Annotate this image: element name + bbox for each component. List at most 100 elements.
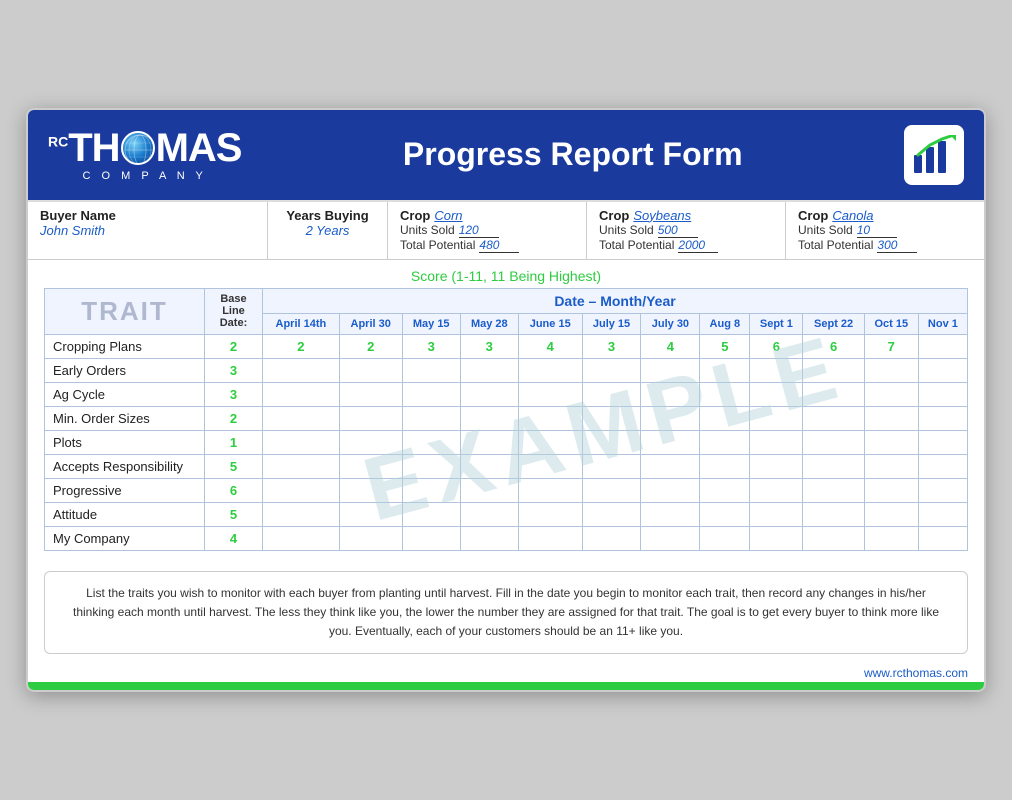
- score-cell: [460, 430, 518, 454]
- score-cell: [402, 430, 460, 454]
- score-cell: [263, 526, 340, 550]
- total-potential-value-canola: 300: [877, 238, 917, 253]
- score-cell: [803, 526, 864, 550]
- date-column-header: July 15: [582, 313, 641, 334]
- score-cell: 3: [402, 334, 460, 358]
- table-container: EXAMPLE TRAIT Base Line Date: Date – Mon…: [28, 288, 984, 561]
- date-column-header: April 30: [339, 313, 402, 334]
- crop-canola-name: Canola: [832, 208, 873, 223]
- crop-corn-label: Crop: [400, 208, 430, 223]
- score-cell: [641, 358, 700, 382]
- score-cell: [518, 502, 582, 526]
- score-cell: [641, 430, 700, 454]
- score-cell: [803, 502, 864, 526]
- score-cell: [339, 382, 402, 406]
- score-cell: [339, 502, 402, 526]
- date-column-header: June 15: [518, 313, 582, 334]
- units-sold-label-soybeans: Units Sold: [599, 223, 654, 237]
- table-row: Progressive6: [45, 478, 968, 502]
- years-buying-section: Years Buying 2 Years: [268, 202, 388, 259]
- score-cell: [864, 358, 918, 382]
- score-cell: [803, 430, 864, 454]
- score-cell: [918, 430, 967, 454]
- years-buying-label: Years Buying: [280, 208, 375, 223]
- date-column-header: July 30: [641, 313, 700, 334]
- trait-name-cell: My Company: [45, 526, 205, 550]
- score-cell: [803, 406, 864, 430]
- date-column-header: May 28: [460, 313, 518, 334]
- table-row: Ag Cycle3: [45, 382, 968, 406]
- score-cell: [263, 406, 340, 430]
- score-cell: [460, 382, 518, 406]
- total-potential-label-soybeans: Total Potential: [599, 238, 674, 252]
- score-cell: [402, 454, 460, 478]
- trait-name-cell: Ag Cycle: [45, 382, 205, 406]
- score-cell: [263, 358, 340, 382]
- score-cell: [864, 454, 918, 478]
- trait-name-cell: Early Orders: [45, 358, 205, 382]
- score-cell: [263, 382, 340, 406]
- baseline-value-cell: 5: [205, 502, 263, 526]
- score-cell: [700, 478, 750, 502]
- score-cell: [750, 382, 803, 406]
- score-cell: [582, 430, 641, 454]
- score-cell: [402, 382, 460, 406]
- score-cell: [750, 454, 803, 478]
- crop-corn-name: Corn: [434, 208, 462, 223]
- info-bar: Buyer Name John Smith Years Buying 2 Yea…: [28, 200, 984, 260]
- baseline-value-cell: 3: [205, 382, 263, 406]
- crop-canola-section: Crop Canola Units Sold 10 Total Potentia…: [786, 202, 984, 259]
- header-title: Progress Report Form: [241, 136, 904, 173]
- score-cell: [918, 526, 967, 550]
- score-cell: [750, 358, 803, 382]
- score-cell: [518, 430, 582, 454]
- trait-name-cell: Attitude: [45, 502, 205, 526]
- score-cell: [700, 526, 750, 550]
- logo-company: C O M P A N Y: [83, 170, 207, 182]
- baseline-value-cell: 6: [205, 478, 263, 502]
- score-cell: [864, 430, 918, 454]
- footer-note: List the traits you wish to monitor with…: [44, 571, 968, 655]
- table-row: Accepts Responsibility5: [45, 454, 968, 478]
- bottom-bar: [28, 682, 984, 690]
- score-cell: [402, 406, 460, 430]
- chart-icon: [912, 135, 956, 175]
- crop-corn-section: Crop Corn Units Sold 120 Total Potential…: [388, 202, 587, 259]
- score-cell: [339, 526, 402, 550]
- units-sold-value-corn: 120: [459, 223, 499, 238]
- score-cell: [700, 406, 750, 430]
- crop-soybeans-name: Soybeans: [633, 208, 691, 223]
- score-cell: [918, 406, 967, 430]
- total-potential-value-soybeans: 2000: [678, 238, 718, 253]
- score-cell: [803, 382, 864, 406]
- date-column-header: Oct 15: [864, 313, 918, 334]
- score-cell: [864, 526, 918, 550]
- score-cell: [750, 430, 803, 454]
- crop-soybeans-section: Crop Soybeans Units Sold 500 Total Poten…: [587, 202, 786, 259]
- buyer-name-section: Buyer Name John Smith: [28, 202, 268, 259]
- trait-column-header: TRAIT: [45, 288, 205, 334]
- date-column-header: April 14th: [263, 313, 340, 334]
- trait-name-cell: Accepts Responsibility: [45, 454, 205, 478]
- crop-soybeans-label: Crop: [599, 208, 629, 223]
- crop-corn-total-line: Total Potential 480: [400, 238, 574, 253]
- score-cell: [402, 526, 460, 550]
- score-cell: [518, 406, 582, 430]
- units-sold-value-soybeans: 500: [658, 223, 698, 238]
- total-potential-label-corn: Total Potential: [400, 238, 475, 252]
- trait-name-cell: Min. Order Sizes: [45, 406, 205, 430]
- score-cell: [582, 406, 641, 430]
- score-cell: [700, 502, 750, 526]
- years-buying-value: 2 Years: [280, 223, 375, 238]
- score-label: Score (1-11, 11 Being Highest): [28, 260, 984, 288]
- score-cell: [918, 382, 967, 406]
- score-cell: [339, 430, 402, 454]
- score-cell: [918, 454, 967, 478]
- baseline-value-cell: 2: [205, 406, 263, 430]
- date-column-header: May 15: [402, 313, 460, 334]
- date-month-year-header: Date – Month/Year: [263, 288, 968, 313]
- score-cell: [700, 358, 750, 382]
- baseline-value-cell: 3: [205, 358, 263, 382]
- score-cell: [582, 358, 641, 382]
- score-cell: [339, 478, 402, 502]
